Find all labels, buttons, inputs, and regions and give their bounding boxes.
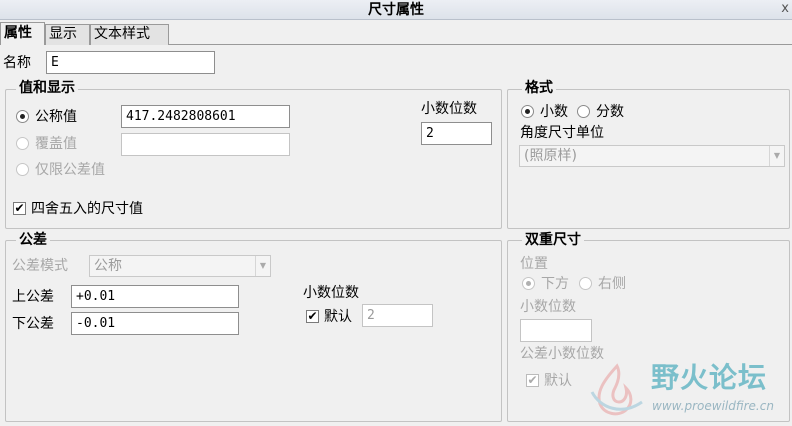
tab-display[interactable]: 显示 xyxy=(45,24,90,45)
dual-right-label: 右侧 xyxy=(598,276,626,292)
dual-default-checkbox[interactable]: ✔ xyxy=(526,374,539,387)
override-radio[interactable] xyxy=(16,137,29,150)
tolerance-mode-value: 公称 xyxy=(94,258,122,274)
dual-decimals-label: 小数位数 xyxy=(520,299,576,315)
override-label: 覆盖值 xyxy=(35,136,77,152)
fraction-radio[interactable] xyxy=(577,105,590,118)
decimal-radio[interactable] xyxy=(521,105,534,118)
window-title-bar: 尺寸属性 xyxy=(0,0,792,20)
tolerance-decimals-input[interactable]: 2 xyxy=(362,304,433,327)
tolerance-title: 公差 xyxy=(16,232,50,248)
dual-right-radio[interactable] xyxy=(579,277,592,290)
watermark-brand: 野火论坛 xyxy=(651,361,768,394)
wildfire-logo-icon xyxy=(590,363,643,416)
lower-tolerance-input[interactable]: -0.01 xyxy=(71,312,239,335)
dual-below-label: 下方 xyxy=(541,276,569,292)
tolerance-only-label: 仅限公差值 xyxy=(35,162,105,178)
nominal-label: 公称值 xyxy=(35,109,77,125)
angle-units-label: 角度尺寸单位 xyxy=(520,125,604,141)
dual-tol-decimals-label: 公差小数位数 xyxy=(520,346,604,362)
dual-default-label: 默认 xyxy=(544,373,572,389)
tab-text-style[interactable]: 文本样式 xyxy=(90,24,169,45)
lower-tolerance-label: 下公差 xyxy=(12,316,54,332)
watermark-url: www.proewildfire.cn xyxy=(652,399,774,413)
angle-units-select[interactable]: (照原样) ▼ xyxy=(519,145,785,167)
tolerance-mode-label: 公差模式 xyxy=(12,258,68,274)
name-input[interactable]: E xyxy=(46,51,215,74)
tolerance-decimals-label: 小数位数 xyxy=(303,285,359,301)
chevron-down-icon: ▼ xyxy=(769,146,784,166)
format-title: 格式 xyxy=(522,80,556,96)
close-icon[interactable]: x xyxy=(781,0,789,18)
round-label: 四舍五入的尺寸值 xyxy=(31,201,143,217)
dual-position-label: 位置 xyxy=(520,256,548,272)
dual-dimension-title: 双重尺寸 xyxy=(522,232,584,248)
dual-below-radio[interactable] xyxy=(522,277,535,290)
chevron-down-icon: ▼ xyxy=(255,256,270,276)
value-display-title: 值和显示 xyxy=(16,80,78,96)
fraction-label: 分数 xyxy=(596,104,624,120)
round-checkbox[interactable]: ✔ xyxy=(13,202,26,215)
decimals-input[interactable]: 2 xyxy=(421,122,492,145)
name-label: 名称 xyxy=(3,55,31,71)
nominal-radio[interactable] xyxy=(16,110,29,123)
tolerance-mode-select[interactable]: 公称 ▼ xyxy=(89,255,271,277)
angle-units-value: (照原样) xyxy=(524,148,577,164)
override-value-input[interactable] xyxy=(121,133,290,156)
tolerance-only-radio[interactable] xyxy=(16,163,29,176)
tab-properties[interactable]: 属性 xyxy=(0,22,45,45)
dual-decimals-input[interactable] xyxy=(520,319,592,342)
tolerance-default-checkbox[interactable]: ✔ xyxy=(306,310,319,323)
tolerance-default-label: 默认 xyxy=(324,309,352,325)
window-title: 尺寸属性 xyxy=(368,2,424,18)
decimals-label: 小数位数 xyxy=(421,101,477,117)
decimal-label: 小数 xyxy=(540,104,568,120)
upper-tolerance-input[interactable]: +0.01 xyxy=(71,285,239,308)
nominal-value-input[interactable]: 417.2482808601 xyxy=(121,105,290,128)
upper-tolerance-label: 上公差 xyxy=(12,289,54,305)
